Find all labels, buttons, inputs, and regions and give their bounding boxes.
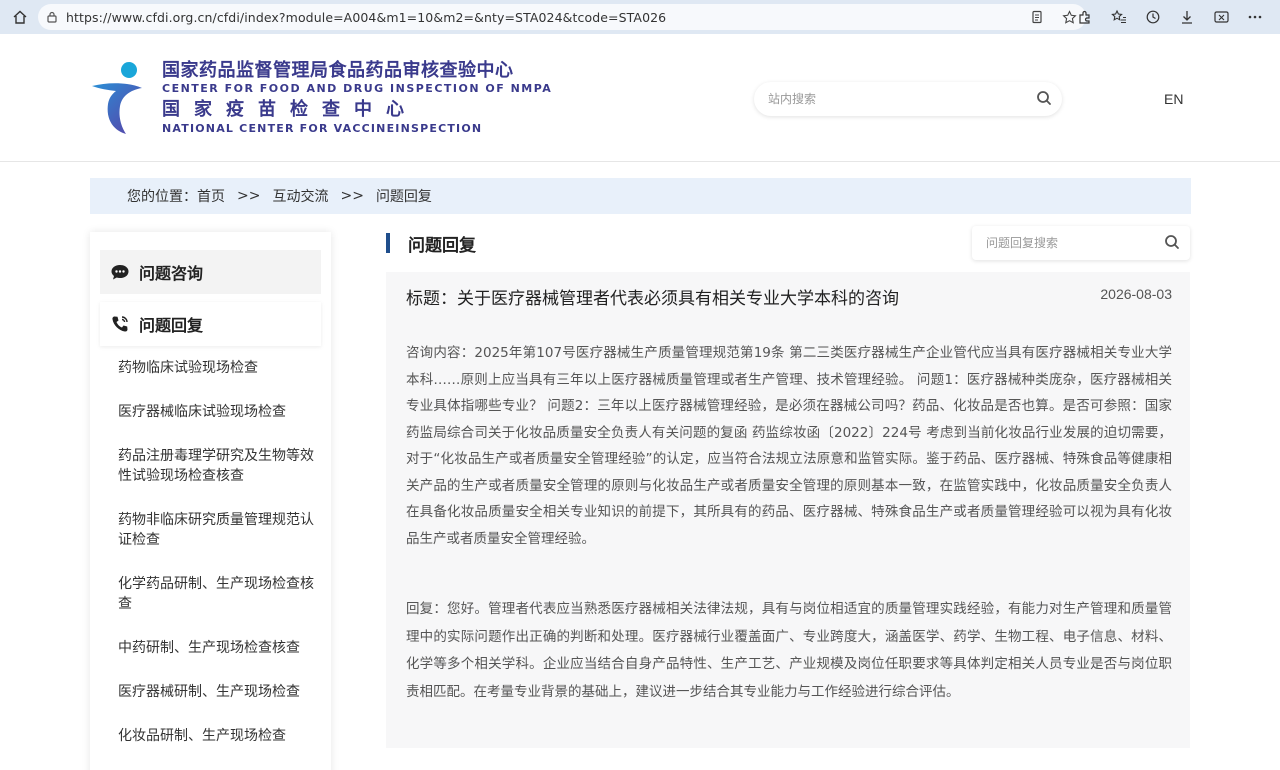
sidebar-consult-label: 问题咨询	[139, 264, 204, 283]
article-date: 2026-08-03	[1100, 286, 1172, 302]
search-icon[interactable]	[1036, 90, 1052, 110]
phone-icon	[110, 314, 130, 334]
more-menu-icon[interactable]	[1246, 8, 1264, 26]
logo-text[interactable]: 国家药品监督管理局食品药品审核查验中心 CENTER FOR FOOD AND …	[162, 60, 552, 136]
logo-icon[interactable]	[88, 60, 148, 136]
reply-search-box	[972, 226, 1190, 260]
sidebar-subitem-tcm[interactable]: 中药研制、生产现场检查核查	[118, 638, 314, 658]
screenshot-icon[interactable]	[1212, 8, 1230, 26]
history-icon[interactable]	[1144, 8, 1162, 26]
sidebar-subitem-device-clinical[interactable]: 医疗器械临床试验现场检查	[118, 402, 314, 422]
sidebar: 问题咨询 问题回复 药物临床试验现场检查 医疗器械临床试验现场检查 药品注册毒理…	[90, 232, 331, 770]
breadcrumb-current[interactable]: 问题回复	[376, 186, 432, 206]
browser-toolbar: https://www.cfdi.org.cn/cfdi/index?modul…	[0, 0, 1280, 34]
breadcrumb-separator: >>	[340, 188, 364, 204]
extensions-icon[interactable]	[1076, 8, 1094, 26]
sidebar-subitem-glp[interactable]: 药物非临床研究质量管理规范认证检查	[118, 510, 314, 550]
logo-title-cn: 国家药品监督管理局食品药品审核查验中心	[162, 60, 514, 81]
breadcrumb: 您的位置： 首页 >> 互动交流 >> 问题回复	[90, 178, 1191, 214]
sidebar-subitem-drug-clinical[interactable]: 药物临床试验现场检查	[118, 358, 314, 378]
breadcrumb-interaction-link[interactable]: 互动交流	[272, 186, 328, 206]
breadcrumb-separator: >>	[237, 188, 261, 204]
chat-bubble-icon	[110, 262, 130, 282]
breadcrumb-label: 您的位置：	[127, 189, 197, 205]
article-card: 标题：关于医疗器械管理者代表必须具有相关专业大学本科的咨询 2026-08-03…	[386, 272, 1190, 748]
sidebar-subitem-toxicology[interactable]: 药品注册毒理学研究及生物等效性试验现场检查核查	[118, 446, 314, 486]
search-icon[interactable]	[1164, 234, 1180, 254]
sidebar-subitem-chemical-drug[interactable]: 化学药品研制、生产现场检查核查	[118, 574, 314, 614]
favorites-icon[interactable]	[1110, 8, 1128, 26]
title-accent-bar	[386, 233, 390, 253]
home-icon[interactable]	[0, 0, 40, 34]
article-title: 标题：关于医疗器械管理者代表必须具有相关专业大学本科的咨询	[406, 289, 899, 309]
sidebar-reply-label: 问题回复	[139, 316, 204, 335]
sidebar-subitem-device-production[interactable]: 医疗器械研制、生产现场检查	[118, 682, 314, 702]
language-switch-link[interactable]: EN	[1164, 91, 1183, 107]
download-icon[interactable]	[1178, 8, 1196, 26]
breadcrumb-home-link[interactable]: 首页	[197, 186, 225, 206]
sidebar-item-consult[interactable]: 问题咨询	[100, 250, 321, 294]
logo-subtitle-cn: 国家疫苗检查中心	[162, 99, 418, 120]
logo-subtitle-en: NATIONAL CENTER FOR VACCINEINSPECTION	[162, 122, 483, 135]
site-search-box	[754, 82, 1062, 116]
reply-search-input[interactable]	[972, 236, 1152, 250]
url-text[interactable]: https://www.cfdi.org.cn/cfdi/index?modul…	[66, 10, 666, 25]
reader-mode-icon[interactable]	[1028, 8, 1046, 26]
logo-title-en: CENTER FOR FOOD AND DRUG INSPECTION OF N…	[162, 82, 553, 95]
site-header: 国家药品监督管理局食品药品审核查验中心 CENTER FOR FOOD AND …	[0, 34, 1280, 162]
page-title: 问题回复	[408, 236, 476, 256]
sidebar-subitem-cosmetics[interactable]: 化妆品研制、生产现场检查	[118, 726, 314, 746]
article-reply-content: 回复：您好。管理者代表应当熟悉医疗器械相关法律法规，具有与岗位相适宜的质量管理实…	[406, 601, 1172, 700]
article-consult-content: 咨询内容：2025年第107号医疗器械生产质量管理规范第19条 第二三类医疗器械…	[406, 345, 1172, 547]
sidebar-item-reply[interactable]: 问题回复	[100, 302, 321, 346]
lock-icon[interactable]	[38, 11, 66, 23]
address-bar[interactable]: https://www.cfdi.org.cn/cfdi/index?modul…	[38, 4, 1086, 30]
site-search-input[interactable]	[754, 92, 1014, 106]
